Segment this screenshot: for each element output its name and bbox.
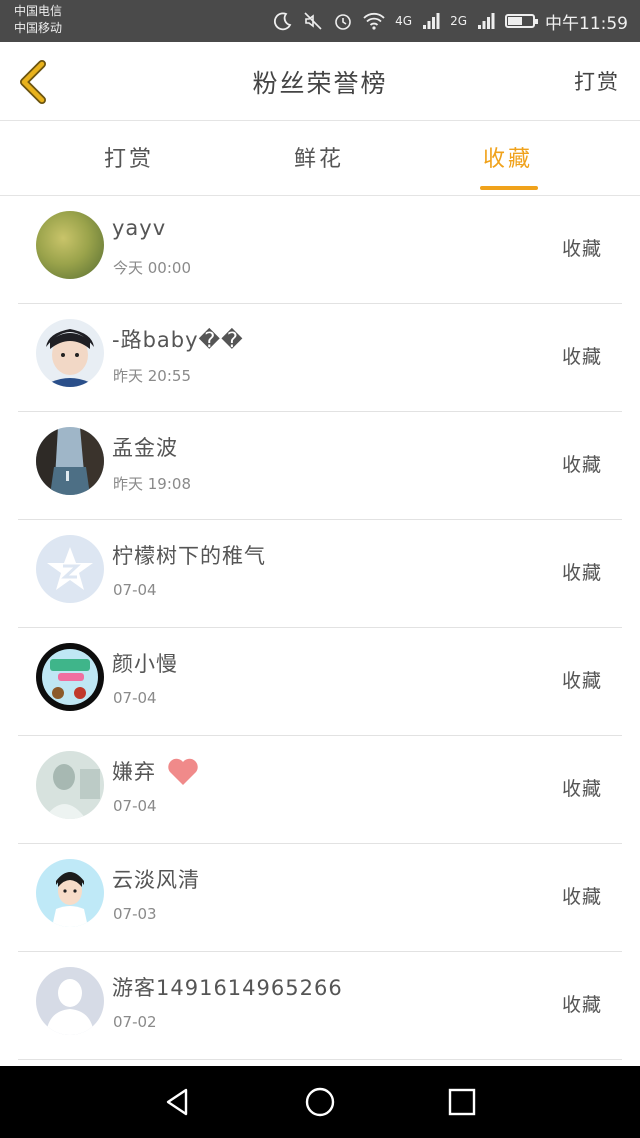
qq-star-icon (47, 547, 93, 590)
mute-icon (304, 12, 322, 30)
fan-time: 07-03 (113, 905, 157, 923)
list-item[interactable]: yayv 今天 00:00 收藏 (0, 196, 640, 304)
fan-name: 云淡风清 (112, 868, 200, 892)
avatar (36, 751, 104, 819)
circle-home-icon[interactable] (304, 1086, 336, 1118)
fan-name: 颜小慢 (112, 652, 178, 676)
fan-name: 孟金波 (112, 436, 178, 460)
network-label-2: 2G (450, 14, 467, 28)
fan-time: 07-04 (113, 689, 157, 707)
list-item[interactable]: 颜小慢 07-04 收藏 (0, 628, 640, 736)
wifi-icon (363, 12, 385, 30)
battery-icon (505, 14, 538, 28)
fan-name: 嫌弃 (112, 756, 200, 787)
fan-name-text: 嫌弃 (112, 760, 156, 784)
fan-name: yayv (112, 216, 167, 240)
carrier-2: 中国移动 (14, 21, 63, 35)
avatar (36, 967, 104, 1035)
fan-time: 07-02 (113, 1013, 157, 1031)
fan-time: 07-04 (113, 797, 157, 815)
list-item[interactable]: -路baby�� 昨天 20:55 收藏 (0, 304, 640, 412)
avatar (36, 427, 104, 495)
alarm-icon (335, 14, 351, 30)
status-bar: 中国电信 中国移动 4G 2G 中午11:59 (0, 0, 640, 42)
triangle-back-icon[interactable] (162, 1086, 194, 1118)
moon-icon (274, 12, 292, 31)
fan-name: 游客1491614965266 (112, 976, 343, 1000)
favorite-label: 收藏 (561, 454, 602, 476)
list-item[interactable]: 柠檬树下的稚气 07-04 收藏 (0, 520, 640, 628)
list-item[interactable]: 嫌弃 07-04 收藏 (0, 736, 640, 844)
list-item[interactable]: 孟金波 昨天 19:08 收藏 (0, 412, 640, 520)
signal-icon (478, 13, 495, 29)
fan-time: 昨天 20:55 (113, 367, 191, 385)
active-tab-indicator (480, 186, 538, 190)
page-title: 粉丝荣誉榜 (252, 69, 388, 98)
network-label-1: 4G (395, 14, 413, 28)
system-navigation-bar (0, 1066, 640, 1138)
favorite-label: 收藏 (561, 994, 602, 1016)
favorite-label: 收藏 (561, 238, 602, 260)
tab-flowers[interactable]: 鲜花 (294, 141, 344, 173)
avatar (36, 535, 104, 603)
fan-time: 今天 00:00 (113, 259, 191, 277)
tab-favorites[interactable]: 收藏 (483, 141, 533, 173)
avatar (36, 643, 104, 711)
favorite-label: 收藏 (561, 778, 602, 800)
fan-list: yayv 今天 00:00 收藏 -路baby�� 昨天 20:55 收藏 孟金… (0, 196, 640, 1060)
square-recents-icon[interactable] (446, 1086, 478, 1118)
fan-time: 昨天 19:08 (113, 475, 191, 493)
avatar (36, 859, 104, 927)
list-item[interactable]: 云淡风清 07-03 收藏 (0, 844, 640, 952)
avatar (36, 211, 104, 279)
clock: 中午11:59 (545, 13, 628, 34)
fan-time: 07-04 (113, 581, 157, 599)
favorite-label: 收藏 (561, 670, 602, 692)
status-icons: 4G 2G 中午11:59 (273, 0, 628, 42)
carrier-1: 中国电信 (14, 4, 63, 18)
header-bar: 粉丝荣誉榜 打赏 (0, 42, 640, 121)
fan-name: -路baby�� (112, 328, 244, 352)
favorite-label: 收藏 (561, 346, 602, 368)
tab-reward[interactable]: 打赏 (104, 141, 154, 173)
reward-button[interactable]: 打赏 (574, 66, 620, 96)
default-avatar-icon (36, 967, 104, 1035)
favorite-label: 收藏 (561, 886, 602, 908)
signal-icon (423, 13, 440, 29)
favorite-label: 收藏 (561, 562, 602, 584)
divider (18, 1059, 622, 1060)
heart-icon (167, 758, 198, 785)
carrier-info: 中国电信 中国移动 (14, 3, 62, 37)
list-item[interactable]: 游客1491614965266 07-02 收藏 (0, 952, 640, 1060)
tab-bar: 打赏 鲜花 收藏 (0, 121, 640, 196)
avatar (36, 319, 104, 387)
fan-name: 柠檬树下的稚气 (112, 544, 266, 568)
